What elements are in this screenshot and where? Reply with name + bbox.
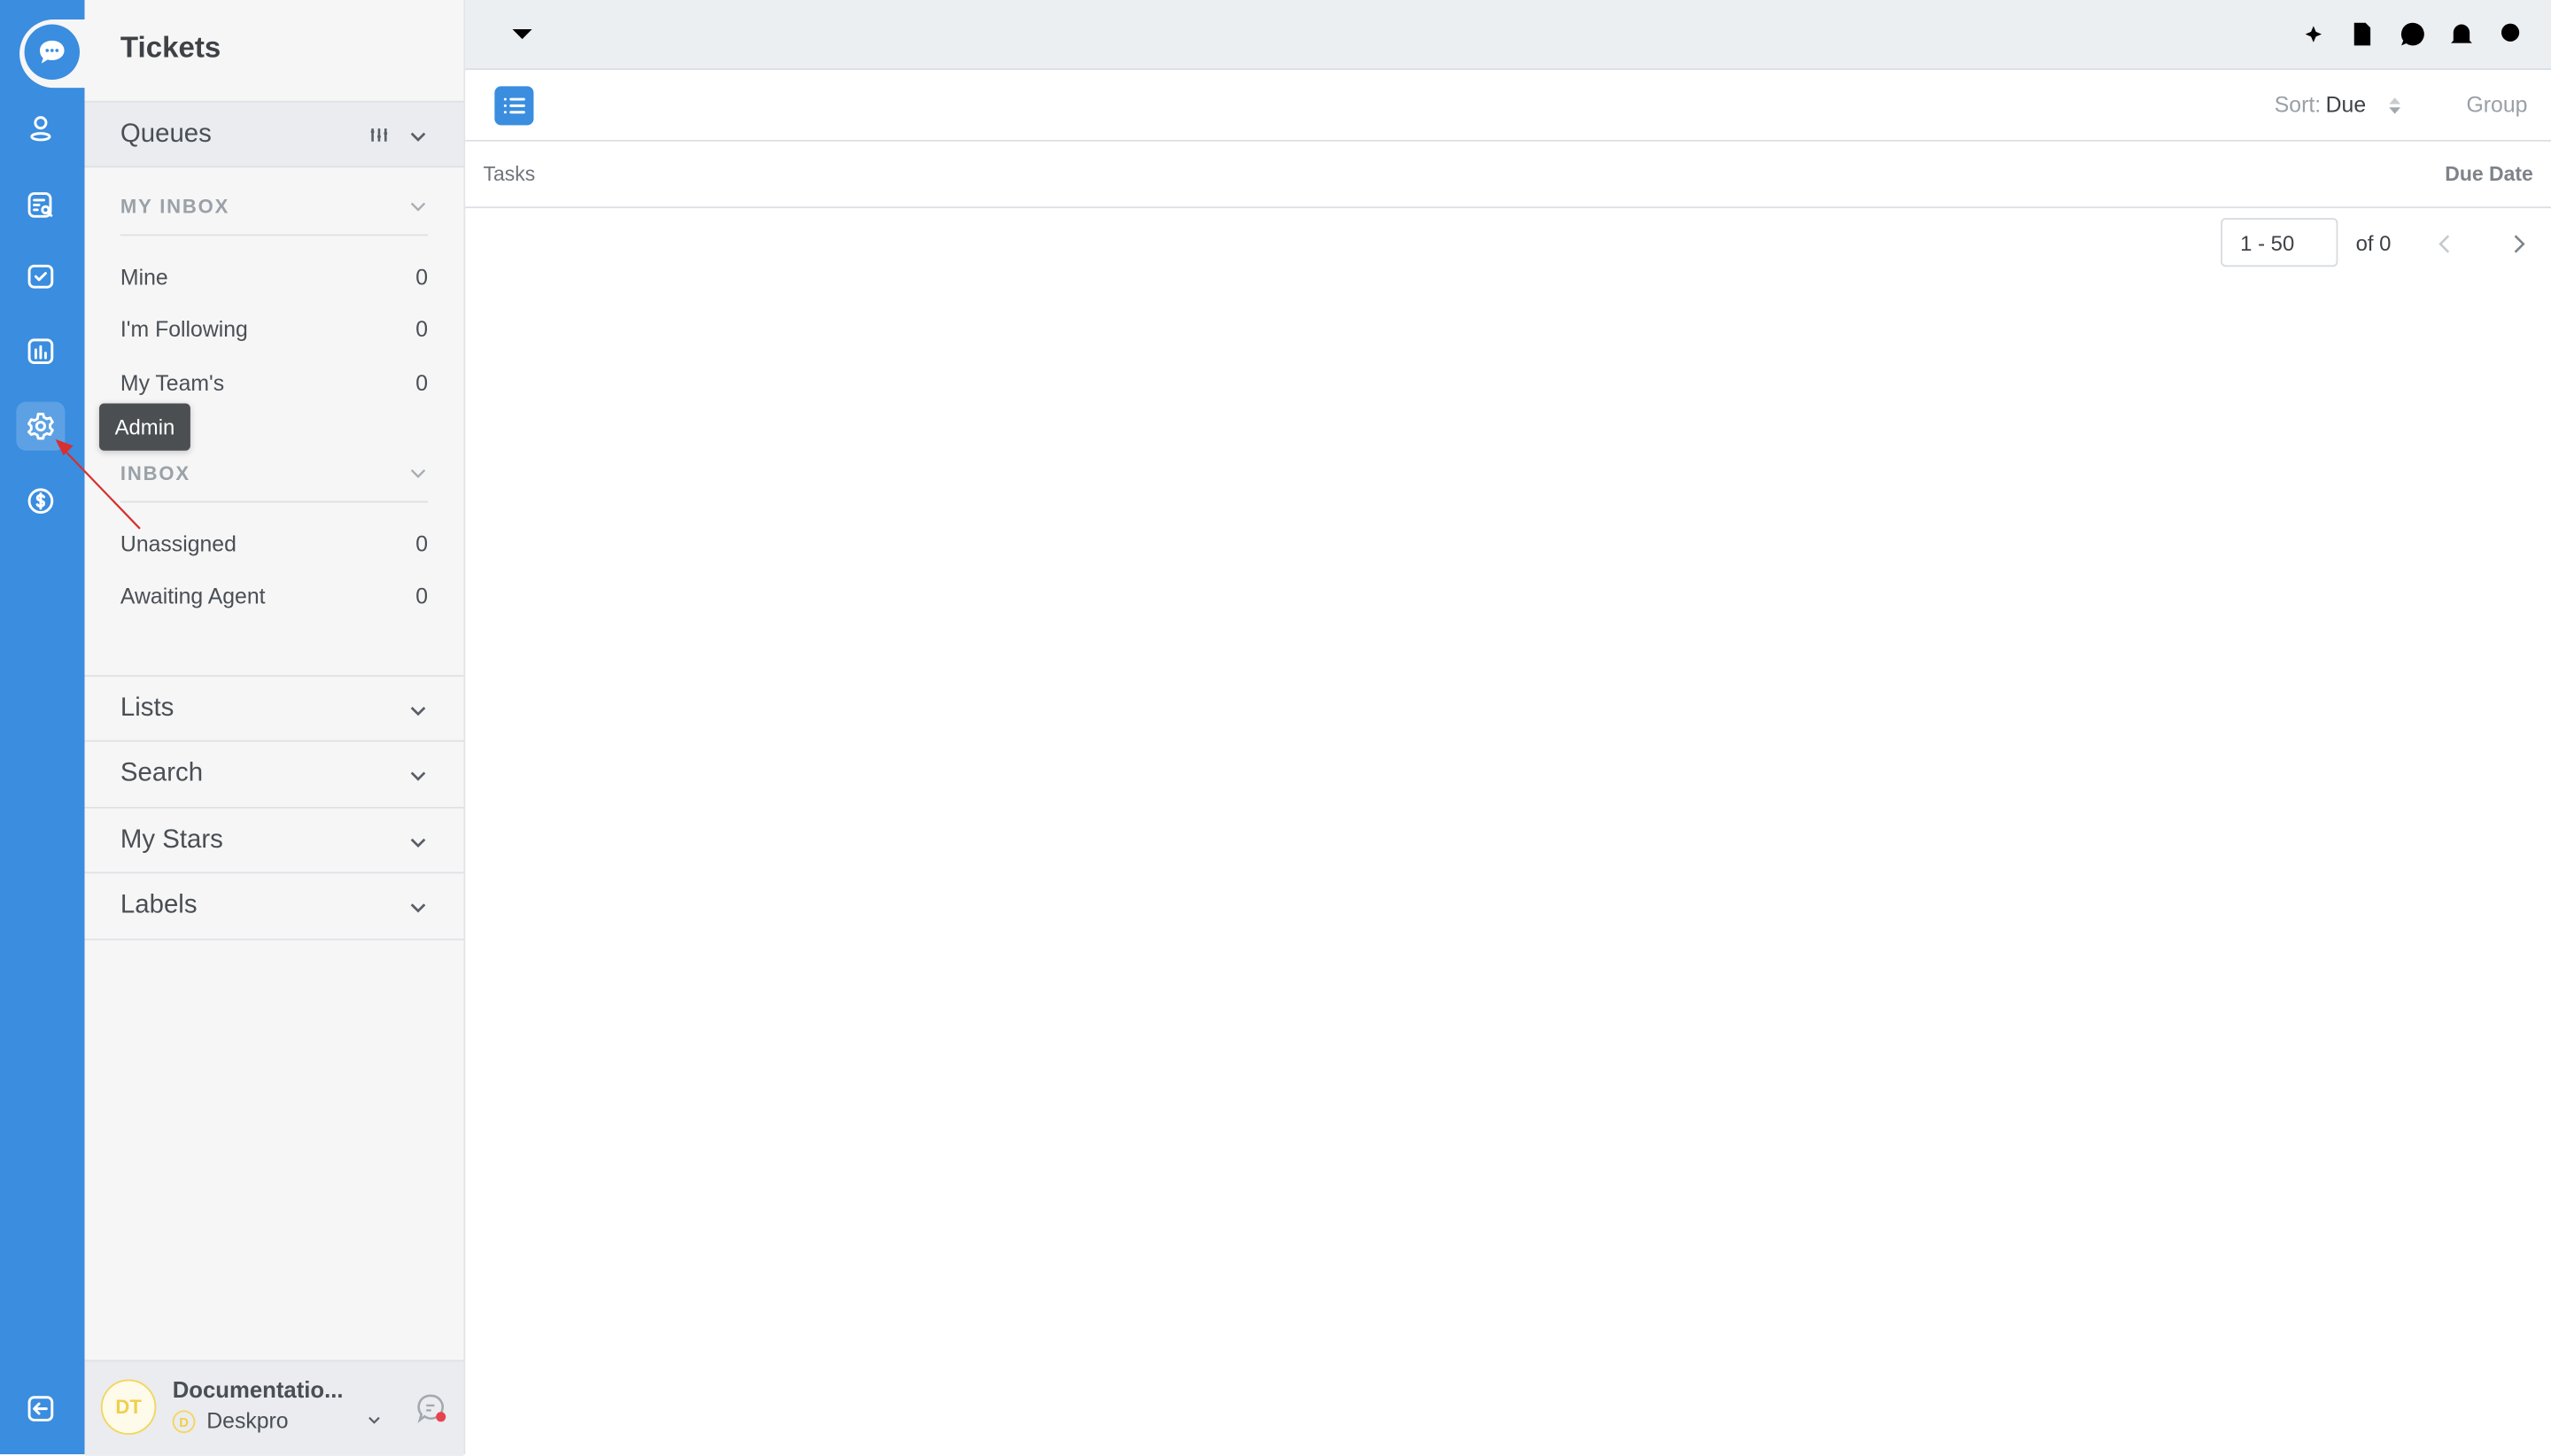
item-label: Awaiting Agent	[120, 584, 266, 608]
table-header: Tasks Due Date	[465, 141, 2551, 209]
top-bar	[465, 0, 2551, 70]
avatar: DT	[100, 1379, 157, 1435]
crm-button[interactable]	[16, 181, 65, 229]
tickets-app-button[interactable]	[19, 19, 85, 89]
page-total: of 0	[2355, 230, 2392, 256]
chevron-down-icon[interactable]	[508, 19, 537, 49]
item-count: 0	[415, 265, 429, 290]
search-icon[interactable]	[2497, 19, 2526, 49]
search-section[interactable]: Search	[84, 740, 464, 807]
my-stars-section[interactable]: My Stars	[84, 807, 464, 873]
plus-icon[interactable]	[558, 19, 587, 49]
collapse-icon	[27, 1396, 54, 1421]
list-view-button[interactable]	[494, 86, 534, 126]
annotation-arrow	[55, 438, 141, 530]
queue-item-unassigned[interactable]: Unassigned 0	[120, 532, 428, 557]
item-label: My Team's	[120, 370, 225, 396]
chevron-down-icon[interactable]	[368, 1413, 381, 1427]
labels-section[interactable]: Labels	[84, 871, 464, 941]
queue-item-following[interactable]: I'm Following 0	[120, 317, 428, 342]
my-inbox-section[interactable]: MY INBOX	[120, 195, 428, 218]
user-icon	[30, 116, 51, 142]
user-name: Documentatio...	[172, 1375, 344, 1403]
divider	[120, 234, 429, 236]
chevron-down-icon	[408, 764, 428, 784]
chat-icon	[39, 40, 65, 64]
queues-header[interactable]: Queues	[84, 100, 464, 168]
users-button[interactable]	[16, 105, 65, 153]
item-count: 0	[415, 584, 429, 608]
prev-page-icon[interactable]	[2436, 233, 2455, 256]
chevron-down-icon	[408, 832, 428, 851]
divider	[120, 500, 429, 503]
chevron-down-icon	[408, 700, 428, 719]
item-count: 0	[415, 317, 429, 342]
sparkle-icon[interactable]	[2297, 19, 2326, 49]
section-label: MY INBOX	[120, 195, 230, 219]
chevron-down-icon	[410, 202, 426, 212]
sort-value: Due	[2325, 92, 2367, 118]
page-title: Tickets	[120, 30, 221, 64]
section-label: Search	[120, 759, 204, 787]
page-range-input[interactable]: 1 - 50	[2221, 218, 2338, 267]
chevron-down-icon	[408, 896, 428, 916]
group-button[interactable]: Group	[2466, 93, 2527, 118]
list-icon	[503, 97, 525, 114]
section-label: Lists	[120, 694, 174, 723]
sort-control[interactable]: Sort: Due	[2275, 93, 2366, 118]
item-label: Mine	[120, 265, 168, 290]
sort-label: Sort:	[2274, 92, 2322, 118]
collapse-button[interactable]	[16, 1384, 65, 1433]
next-page-icon[interactable]	[2508, 233, 2528, 256]
sidebar: Tickets Queues MY INBOX Mine 0 I'm Follow…	[84, 0, 466, 1455]
item-label: I'm Following	[120, 317, 248, 342]
section-label: My Stars	[120, 826, 223, 855]
bell-icon[interactable]	[2446, 19, 2476, 49]
inbox-section[interactable]: INBOX	[120, 462, 428, 484]
chevron-down-icon[interactable]	[408, 125, 428, 144]
user-footer[interactable]: DT Documentatio... D Deskpro	[84, 1359, 464, 1456]
task-check-icon	[27, 264, 54, 289]
app-rail	[0, 0, 85, 1455]
sort-arrows-icon[interactable]	[2386, 96, 2402, 115]
search-document-icon	[27, 192, 53, 218]
chevron-down-icon	[410, 469, 426, 478]
section-label: Labels	[120, 891, 198, 919]
list-toolbar: Sort: Due Group	[465, 69, 2551, 142]
filter-settings-icon[interactable]	[369, 125, 389, 144]
queue-item-teams[interactable]: My Team's 0	[120, 371, 428, 396]
document-icon[interactable]	[2347, 19, 2377, 49]
brand-badge: D	[172, 1410, 196, 1434]
lightning-chat-icon[interactable]	[2398, 19, 2427, 49]
chat-status-icon[interactable]	[414, 1390, 449, 1426]
queues-label: Queues	[120, 119, 212, 148]
queue-item-mine[interactable]: Mine 0	[120, 265, 428, 290]
queue-item-awaiting-agent[interactable]: Awaiting Agent 0	[120, 584, 428, 608]
column-tasks[interactable]: Tasks	[484, 163, 536, 186]
item-count: 0	[415, 531, 429, 557]
chart-icon	[27, 338, 54, 365]
lists-section[interactable]: Lists	[84, 675, 464, 741]
brand-name: Deskpro	[206, 1408, 289, 1434]
column-due-date[interactable]: Due Date	[2445, 163, 2533, 186]
item-count: 0	[415, 370, 429, 396]
reports-button[interactable]	[16, 327, 65, 376]
tasks-button[interactable]	[16, 252, 65, 301]
